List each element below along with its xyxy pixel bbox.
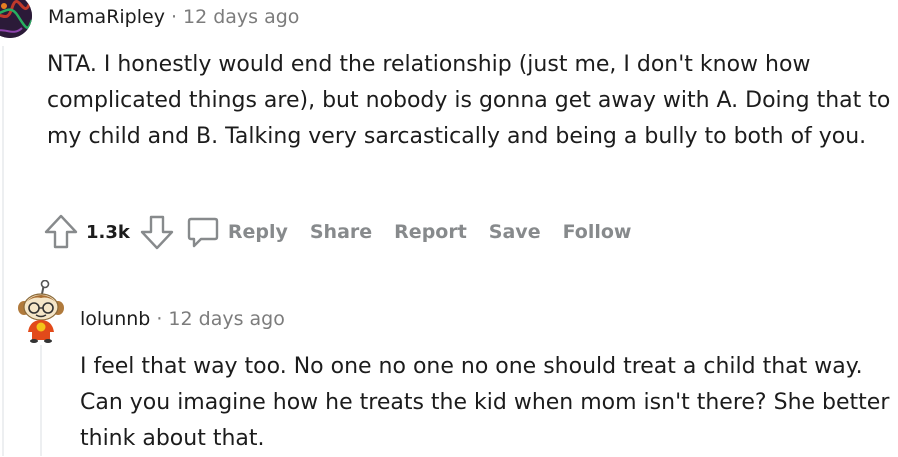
timestamp[interactable]: 12 days ago — [183, 6, 299, 28]
reply-label: Reply — [227, 221, 288, 243]
downvote-icon[interactable] — [140, 214, 174, 250]
comment-actions: 1.3k Reply Share Report Save Follow — [44, 212, 653, 252]
meta-separator: · — [156, 308, 163, 330]
timestamp[interactable]: 12 days ago — [168, 308, 284, 330]
comment-meta: lolunnb · 12 days ago — [80, 308, 285, 330]
report-button[interactable]: Report — [394, 221, 467, 243]
thread-line-1[interactable] — [2, 46, 4, 456]
thread-line-2[interactable] — [40, 345, 42, 456]
username[interactable]: MamaRipley — [48, 6, 165, 28]
snoo-avatar-icon — [18, 279, 64, 343]
comment-meta: MamaRipley · 12 days ago — [48, 6, 299, 28]
vote-score: 1.3k — [86, 221, 130, 243]
share-button[interactable]: Share — [310, 221, 372, 243]
avatar[interactable] — [14, 279, 66, 344]
follow-button[interactable]: Follow — [563, 221, 632, 243]
comment-bubble-icon — [186, 215, 220, 249]
avatar[interactable] — [0, 0, 32, 38]
meta-separator: · — [170, 6, 177, 28]
upvote-icon[interactable] — [44, 214, 78, 250]
reply-button[interactable]: Reply — [186, 215, 310, 249]
save-button[interactable]: Save — [489, 221, 541, 243]
comment-body: NTA. I honestly would end the relationsh… — [47, 52, 891, 149]
comment-body: I feel that way too. No one no one no on… — [80, 354, 890, 451]
username[interactable]: lolunnb — [80, 308, 150, 330]
